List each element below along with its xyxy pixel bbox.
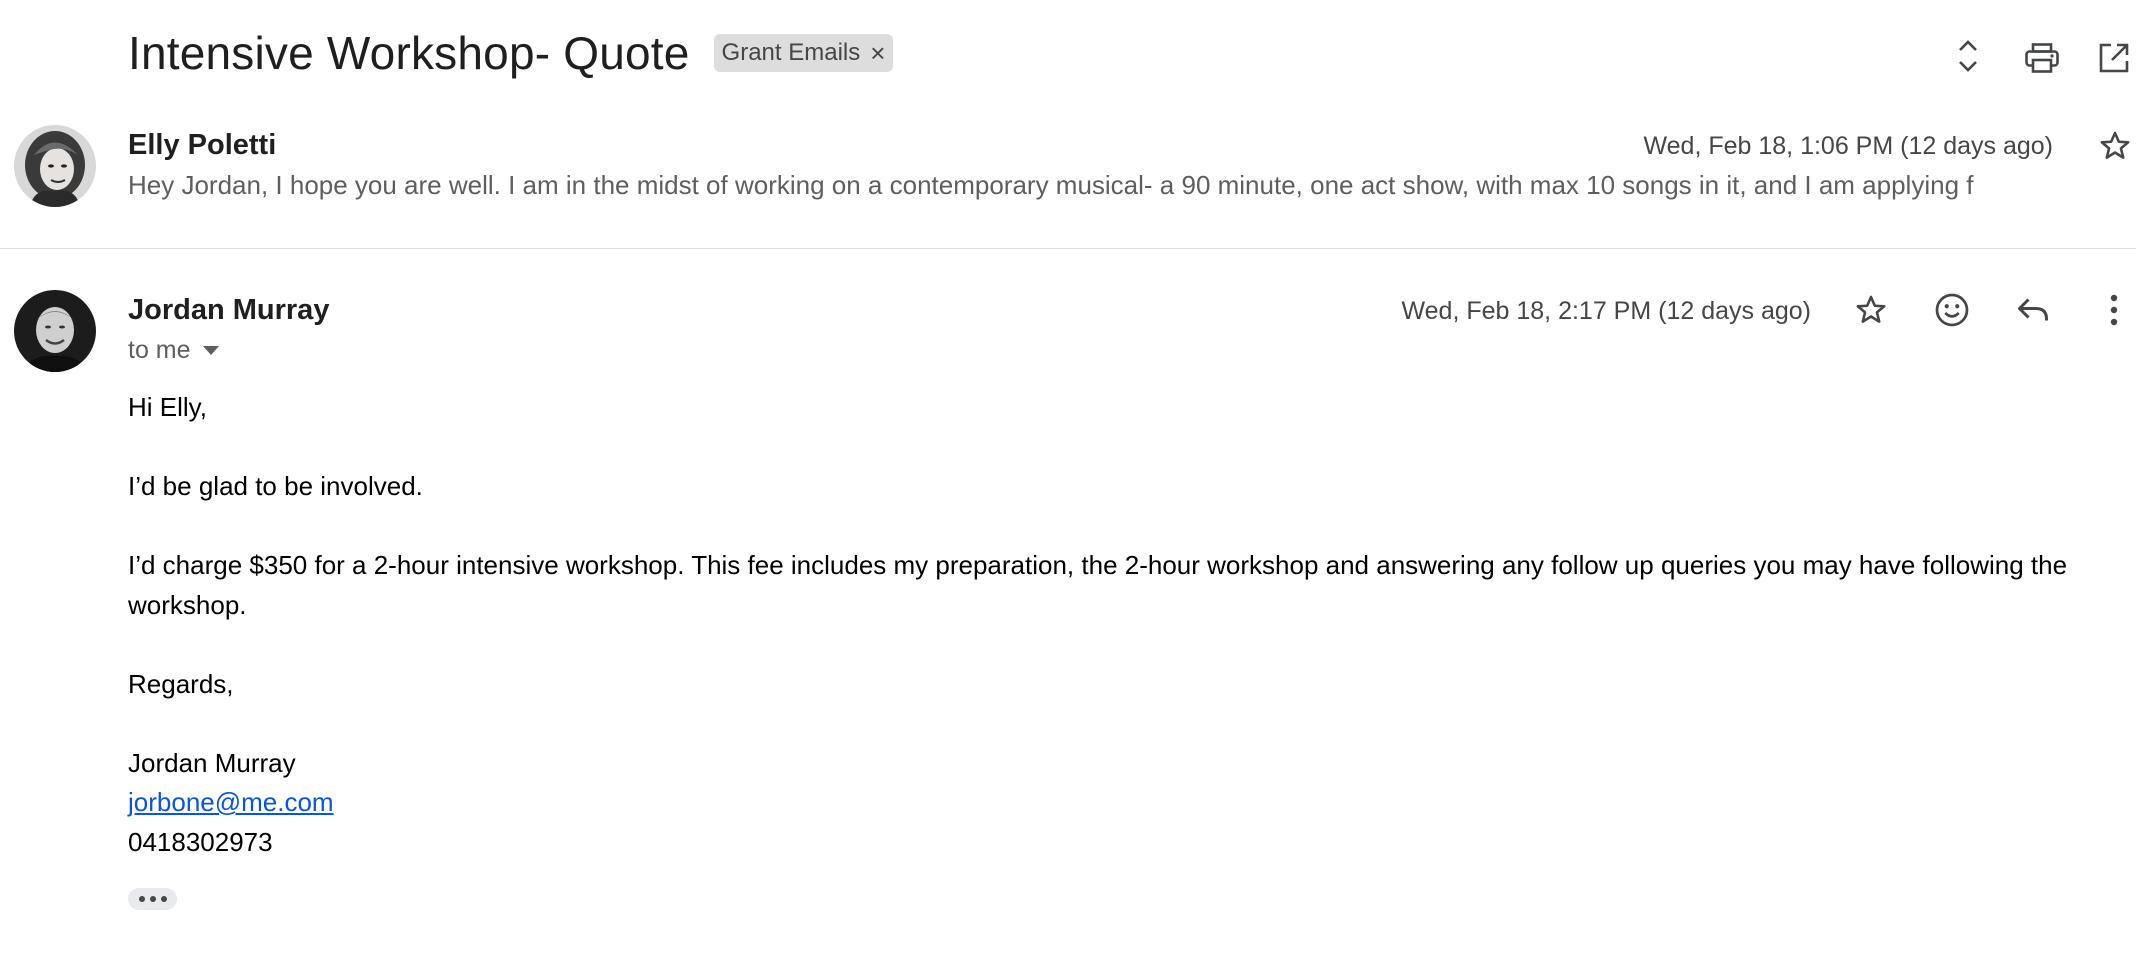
show-trimmed-content-button[interactable] — [128, 888, 177, 910]
star-icon[interactable] — [2095, 126, 2135, 166]
label-chip-text: Grant Emails — [721, 39, 861, 66]
message-divider — [0, 248, 2136, 249]
message-snippet[interactable]: Hey Jordan, I hope you are well. I am in… — [128, 170, 2008, 201]
avatar-jordan-murray[interactable] — [14, 290, 96, 372]
sender-name: Jordan Murray — [128, 294, 330, 326]
star-icon[interactable] — [1849, 288, 1893, 332]
body-paragraph: I’d charge $350 for a 2-hour intensive w… — [128, 550, 2068, 620]
reply-icon[interactable] — [2011, 288, 2055, 332]
print-icon[interactable] — [2022, 38, 2062, 78]
thread-subject: Intensive Workshop- Quote — [128, 27, 690, 79]
thread-header: Intensive Workshop- Quote Grant Emails × — [128, 26, 894, 80]
sender-name: Elly Poletti — [128, 129, 277, 161]
message-date: Wed, Feb 18, 2:17 PM (12 days ago) — [1401, 297, 1812, 325]
signature-phone: 0418302973 — [128, 826, 273, 857]
body-paragraph: I’d be glad to be involved. — [128, 471, 423, 501]
email-thread-view: Intensive Workshop- Quote Grant Emails × — [0, 0, 2136, 954]
body-greeting: Hi Elly, — [128, 392, 207, 422]
recipients-text: to me — [128, 336, 191, 364]
message-date: Wed, Feb 18, 1:06 PM (12 days ago) — [1643, 132, 2054, 160]
label-chip-grant-emails[interactable]: Grant Emails × — [713, 34, 894, 72]
message-body: Hi Elly, I’d be glad to be involved. I’d… — [128, 388, 2108, 862]
signature-email-link[interactable]: jorbone@me.com — [128, 787, 334, 817]
expand-collapse-icon[interactable] — [1948, 36, 1988, 76]
chevron-down-icon[interactable] — [202, 346, 219, 355]
more-vert-icon[interactable] — [2092, 288, 2136, 332]
remove-label-button[interactable]: × — [870, 38, 885, 69]
emoji-reaction-icon[interactable] — [1930, 288, 1974, 332]
open-new-window-icon[interactable] — [2094, 38, 2134, 78]
avatar-elly-poletti[interactable] — [14, 125, 96, 207]
body-closing: Regards, — [128, 668, 234, 699]
recipients-row[interactable]: to me — [128, 336, 219, 365]
signature-name: Jordan Murray — [128, 747, 296, 778]
